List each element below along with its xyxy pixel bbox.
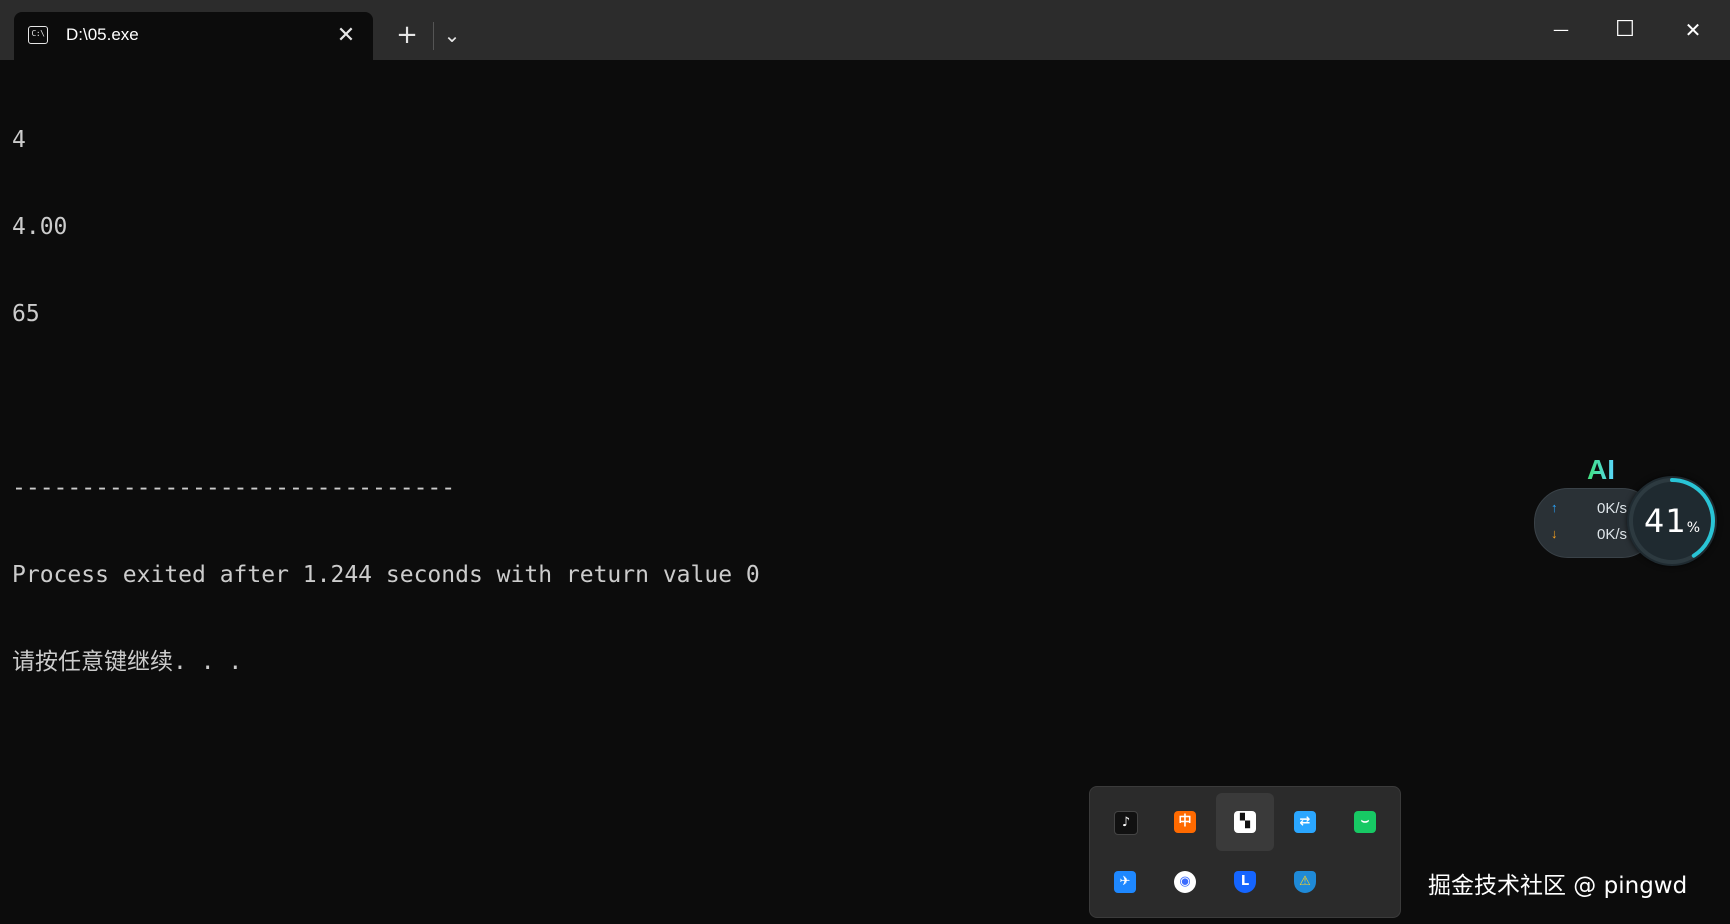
usage-percent: 41%	[1643, 502, 1701, 540]
download-arrow-icon: ↓	[1551, 526, 1558, 541]
download-speed: 0K/s	[1597, 526, 1628, 543]
tray-item-tiktok[interactable]: ♪	[1096, 793, 1154, 851]
tray-item-link-app[interactable]: ⇄	[1276, 793, 1334, 851]
defender-warning-icon: ⚠	[1294, 871, 1316, 893]
tray-overflow-flyout: ♪ 中 ▚ ⇄ ⌣ ✈ ◉ L ⚠	[1089, 786, 1401, 918]
link-app-icon: ⇄	[1294, 811, 1316, 833]
security-shield-icon: L	[1234, 871, 1256, 893]
console-line: 4.00	[12, 214, 68, 240]
watermark: 掘金技术社区 @ pingwd	[1428, 873, 1688, 899]
new-tab-button[interactable]: +	[387, 18, 427, 52]
tray-item-defender[interactable]: ⚠	[1276, 853, 1334, 911]
close-tab-icon[interactable]: ✕	[329, 20, 363, 52]
console-line: 4	[12, 127, 26, 153]
tiktok-icon: ♪	[1114, 811, 1138, 835]
browser-swirl-icon: ◉	[1174, 871, 1196, 893]
tray-item-ime[interactable]: 中	[1156, 793, 1214, 851]
ime-chinese-icon: 中	[1174, 811, 1196, 833]
console-output[interactable]: 4 4.00 65 ------------------------------…	[12, 68, 1730, 706]
usage-ring[interactable]: 41%	[1627, 476, 1717, 566]
console-icon: C:\	[28, 26, 48, 44]
console-line: 65	[12, 301, 40, 327]
title-bar: C:\ D:\05.exe ✕ + ⌄ — ☐ ✕	[0, 0, 1730, 60]
tray-item-browser[interactable]: ◉	[1156, 853, 1214, 911]
minimize-button[interactable]: —	[1531, 0, 1591, 60]
tray-item-app-white[interactable]: ▚	[1216, 793, 1274, 851]
wechat-store-icon: ⌣	[1354, 811, 1376, 833]
tab-title: D:\05.exe	[66, 25, 139, 44]
console-separator-line: --------------------------------	[12, 475, 456, 501]
tray-item-feishu[interactable]: ✈	[1096, 853, 1154, 911]
upload-arrow-icon: ↑	[1551, 500, 1558, 515]
close-window-button[interactable]: ✕	[1663, 0, 1723, 60]
tab-05-exe[interactable]: C:\ D:\05.exe ✕	[14, 12, 373, 60]
tab-dropdown-chevron-icon[interactable]: ⌄	[432, 18, 472, 52]
feishu-icon: ✈	[1114, 871, 1136, 893]
console-press-key-prompt: 请按任意键继续. . .	[12, 649, 243, 675]
ai-label[interactable]: AI	[1587, 454, 1615, 486]
console-exit-message: Process exited after 1.244 seconds with …	[12, 562, 760, 588]
tray-item-security[interactable]: L	[1216, 853, 1274, 911]
app-white-icon: ▚	[1234, 811, 1256, 833]
tray-item-wechat-store[interactable]: ⌣	[1336, 793, 1394, 851]
upload-speed: 0K/s	[1597, 500, 1628, 517]
maximize-button[interactable]: ☐	[1595, 0, 1655, 60]
